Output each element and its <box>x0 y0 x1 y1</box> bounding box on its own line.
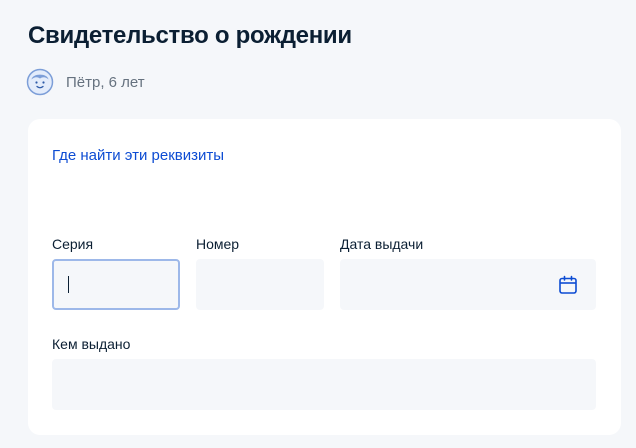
issue-date-label: Дата выдачи <box>340 236 424 252</box>
issued-by-input[interactable] <box>52 359 596 410</box>
series-label: Серия <box>52 236 94 252</box>
form-card: Где найти эти реквизиты Серия Номер Дата… <box>28 119 621 435</box>
text-caret <box>68 276 69 293</box>
calendar-icon[interactable] <box>558 275 578 295</box>
child-avatar-icon <box>26 68 54 96</box>
page-title: Свидетельство о рождении <box>28 22 352 49</box>
person-info: Пётр, 6 лет <box>26 68 145 96</box>
issued-by-label: Кем выдано <box>52 336 131 352</box>
issue-date-input[interactable] <box>340 259 596 310</box>
series-input[interactable] <box>52 259 180 310</box>
number-label: Номер <box>196 236 240 252</box>
person-name: Пётр, 6 лет <box>66 73 145 91</box>
help-link-requisites[interactable]: Где найти эти реквизиты <box>52 147 224 164</box>
page: Свидетельство о рождении Пётр, 6 лет Где… <box>0 0 636 448</box>
number-input[interactable] <box>196 259 324 310</box>
